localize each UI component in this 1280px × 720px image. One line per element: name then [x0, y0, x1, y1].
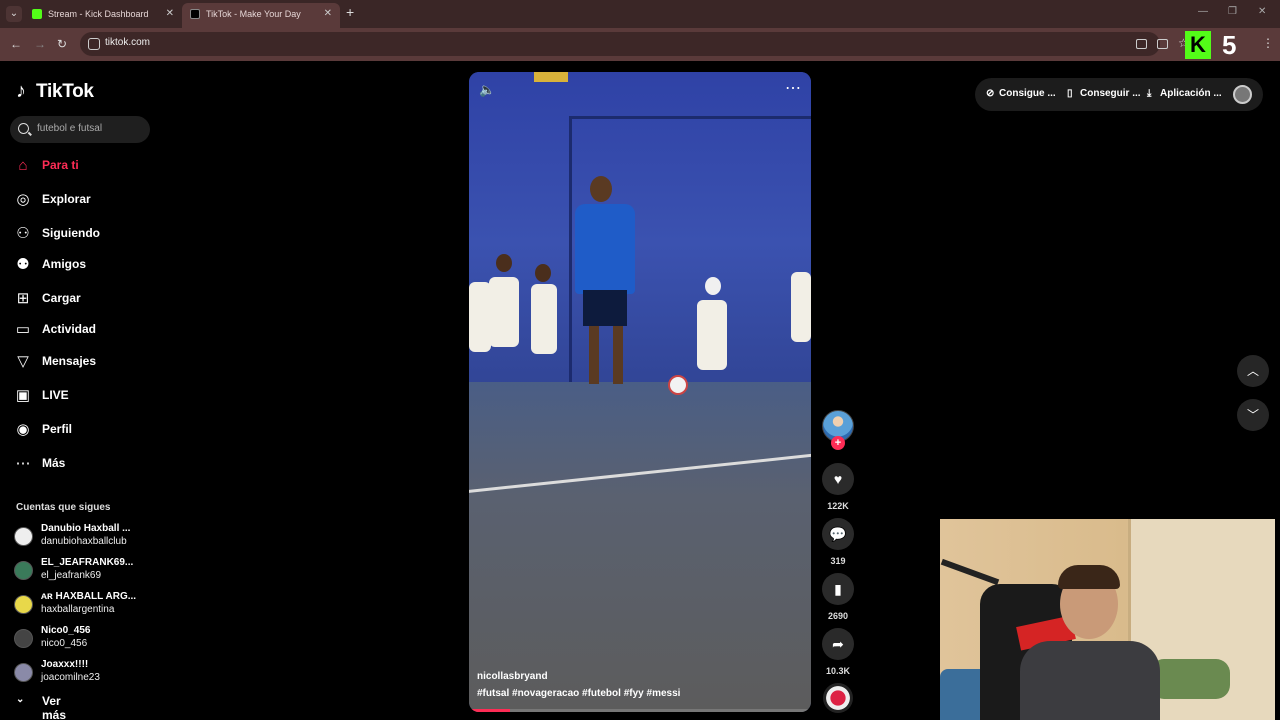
friends-icon: ⚉	[16, 256, 30, 273]
url-field[interactable]: tiktok.com	[80, 32, 1160, 56]
reload-icon[interactable]: ↻	[57, 37, 67, 51]
cast-icon[interactable]	[1136, 39, 1147, 49]
nav-item-para-ti[interactable]: ⌂ Para ti	[14, 155, 154, 179]
address-bar: ← → ↻ tiktok.com ☆	[0, 28, 1280, 61]
tab-close-icon[interactable]: ✕	[166, 3, 174, 25]
search-icon	[18, 123, 29, 134]
top-actions-bar: ⊘ Consigue ... ▯ Conseguir ... ⤓ Aplicac…	[975, 78, 1263, 111]
nav-item-cargar[interactable]: ⊞ Cargar	[14, 288, 154, 312]
more-options-icon[interactable]: ⋯	[785, 78, 801, 98]
following-account[interactable]: Danubio Haxball ... danubiohaxballclub	[14, 523, 154, 551]
browser-tab-bar: ⌄ Stream - Kick Dashboard ✕ TikTok - Mak…	[0, 0, 1280, 28]
soccer-ball	[668, 375, 688, 395]
bookmark-icon: ▮	[822, 573, 854, 605]
webcam-overlay	[940, 519, 1275, 720]
url-text: tiktok.com	[105, 37, 151, 48]
video-author[interactable]: nicollasbryand	[477, 671, 548, 682]
browser-menu-icon[interactable]: ⋮	[1262, 36, 1274, 50]
upload-icon: ⊞	[16, 290, 30, 307]
kick-counter: 5	[1222, 30, 1237, 60]
volume-icon[interactable]: 🔈	[479, 82, 495, 98]
follow-plus-icon[interactable]: +	[831, 436, 845, 450]
back-icon[interactable]: ←	[10, 37, 22, 51]
download-icon: ⤓	[1147, 88, 1152, 99]
more-icon: ⋯	[15, 455, 31, 472]
share-icon: ➦	[822, 628, 854, 660]
compass-icon: ◎	[16, 191, 30, 208]
following-account[interactable]: EL_JEAFRANK69... el_jeafrank69	[14, 557, 154, 585]
profile-icon: ◉	[16, 421, 30, 438]
nav-item-amigos[interactable]: ⚉ Amigos	[14, 254, 154, 278]
avatar	[14, 663, 33, 682]
close-window-icon[interactable]: ✕	[1258, 6, 1266, 17]
tab-close-icon[interactable]: ✕	[324, 3, 332, 25]
save-count: 2690	[827, 611, 849, 621]
tab-label: TikTok - Make Your Day	[206, 9, 301, 19]
kick-extension-icon[interactable]: K	[1185, 31, 1211, 59]
nav-item-perfil[interactable]: ◉ Perfil	[14, 419, 154, 443]
restore-icon[interactable]: ❐	[1228, 6, 1237, 17]
video-progress-fill	[469, 709, 511, 712]
minimize-icon[interactable]: —	[1198, 6, 1208, 17]
home-icon: ⌂	[18, 157, 28, 174]
tab-kick-dashboard[interactable]: Stream - Kick Dashboard ✕	[24, 3, 182, 28]
coin-icon: ⊘	[986, 88, 995, 99]
tiktok-favicon-icon	[190, 9, 200, 19]
avatar	[14, 629, 33, 648]
heart-icon: ♥	[822, 463, 854, 495]
like-count: 122K	[827, 501, 849, 511]
search-text: futebol e futsal	[37, 123, 103, 134]
video-hashtags[interactable]: #futsal #novageracao #futebol #fyy #mess…	[477, 688, 680, 699]
nav-item-mensajes[interactable]: ▽ Mensajes	[14, 351, 154, 375]
search-input[interactable]: futebol e futsal	[10, 116, 150, 143]
video-player[interactable]: 🔈 ⋯ nicollasbryand #futsal #novageracao …	[469, 72, 811, 712]
nav-item-live[interactable]: ▣ LIVE	[14, 385, 154, 409]
nav-item-siguiendo[interactable]: ⚇ Siguiendo	[14, 223, 154, 247]
following-account[interactable]: Joaxxx!!!! joacomilne23	[14, 659, 154, 687]
phone-icon: ▯	[1067, 88, 1073, 99]
translate-icon[interactable]	[1157, 39, 1168, 49]
comment-icon: 💬	[822, 518, 854, 550]
nav-item-explorar[interactable]: ◎ Explorar	[14, 189, 154, 213]
avatar	[14, 595, 33, 614]
tab-tiktok[interactable]: TikTok - Make Your Day ✕	[182, 3, 340, 28]
following-icon: ⚇	[16, 225, 30, 242]
chevron-down-icon: ⌄	[16, 694, 25, 705]
profile-avatar[interactable]	[1233, 85, 1252, 104]
kick-favicon-icon	[32, 9, 42, 19]
previous-video-button[interactable]: ︿	[1237, 355, 1269, 387]
tab-label: Stream - Kick Dashboard	[48, 9, 149, 19]
video-progress-bar[interactable]	[469, 709, 811, 712]
music-disc-icon[interactable]	[823, 683, 853, 713]
comment-count: 319	[830, 556, 846, 566]
live-icon: ▣	[15, 387, 31, 404]
avatar	[14, 527, 33, 546]
messages-icon: ▽	[17, 353, 29, 370]
tab-search-icon[interactable]: ⌄	[6, 6, 22, 22]
following-account[interactable]: Nico0_456 nico0_456	[14, 625, 154, 653]
site-info-icon[interactable]	[88, 38, 100, 50]
new-tab-button[interactable]: +	[346, 4, 354, 20]
activity-icon: ▭	[15, 321, 31, 338]
tiktok-note-icon: ♪	[16, 80, 26, 102]
share-count: 10.3K	[825, 666, 851, 676]
following-account[interactable]: ᴀʀ HAXBALL ARG... haxballargentina	[14, 591, 154, 619]
avatar	[14, 561, 33, 580]
nav-item-mas[interactable]: ⋯ Más	[14, 453, 154, 477]
nav-item-actividad[interactable]: ▭ Actividad	[14, 319, 154, 343]
next-video-button[interactable]: ﹀	[1237, 399, 1269, 431]
forward-icon[interactable]: →	[34, 37, 46, 51]
following-section-title: Cuentas que sigues	[16, 502, 111, 513]
